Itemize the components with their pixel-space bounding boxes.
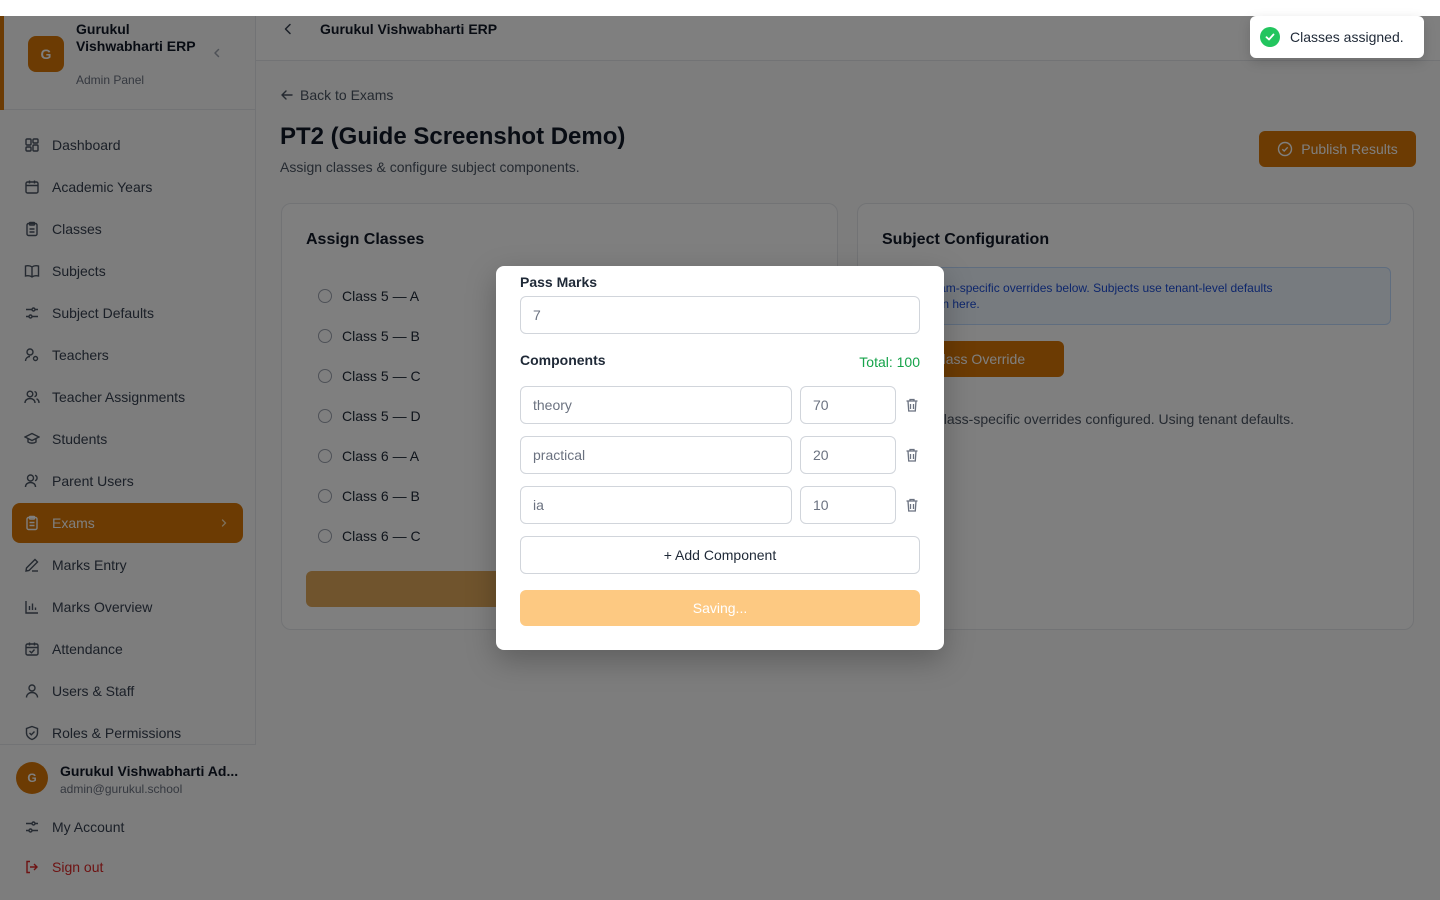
component-marks-input[interactable]: 10 (800, 486, 896, 524)
component-marks-input[interactable]: 70 (800, 386, 896, 424)
add-component-button[interactable]: + Add Component (520, 536, 920, 574)
trash-icon[interactable] (904, 447, 920, 463)
toast-notification: Classes assigned. (1250, 16, 1424, 58)
trash-icon[interactable] (904, 497, 920, 513)
components-label: Components (520, 352, 606, 368)
pass-marks-label: Pass Marks (520, 274, 598, 290)
component-marks-input[interactable]: 20 (800, 436, 896, 474)
component-name-input[interactable]: theory (520, 386, 792, 424)
subject-components-dialog: Pass Marks 7 Components Total: 100 theor… (496, 266, 944, 650)
component-name-input[interactable]: ia (520, 486, 792, 524)
components-total: Total: 100 (859, 354, 920, 370)
loading-strip (0, 0, 1440, 16)
trash-icon[interactable] (904, 397, 920, 413)
component-name-input[interactable]: practical (520, 436, 792, 474)
save-button[interactable]: Saving... (520, 590, 920, 626)
pass-marks-input[interactable]: 7 (520, 296, 920, 334)
toast-message: Classes assigned. (1290, 29, 1404, 45)
success-check-icon (1260, 27, 1280, 47)
